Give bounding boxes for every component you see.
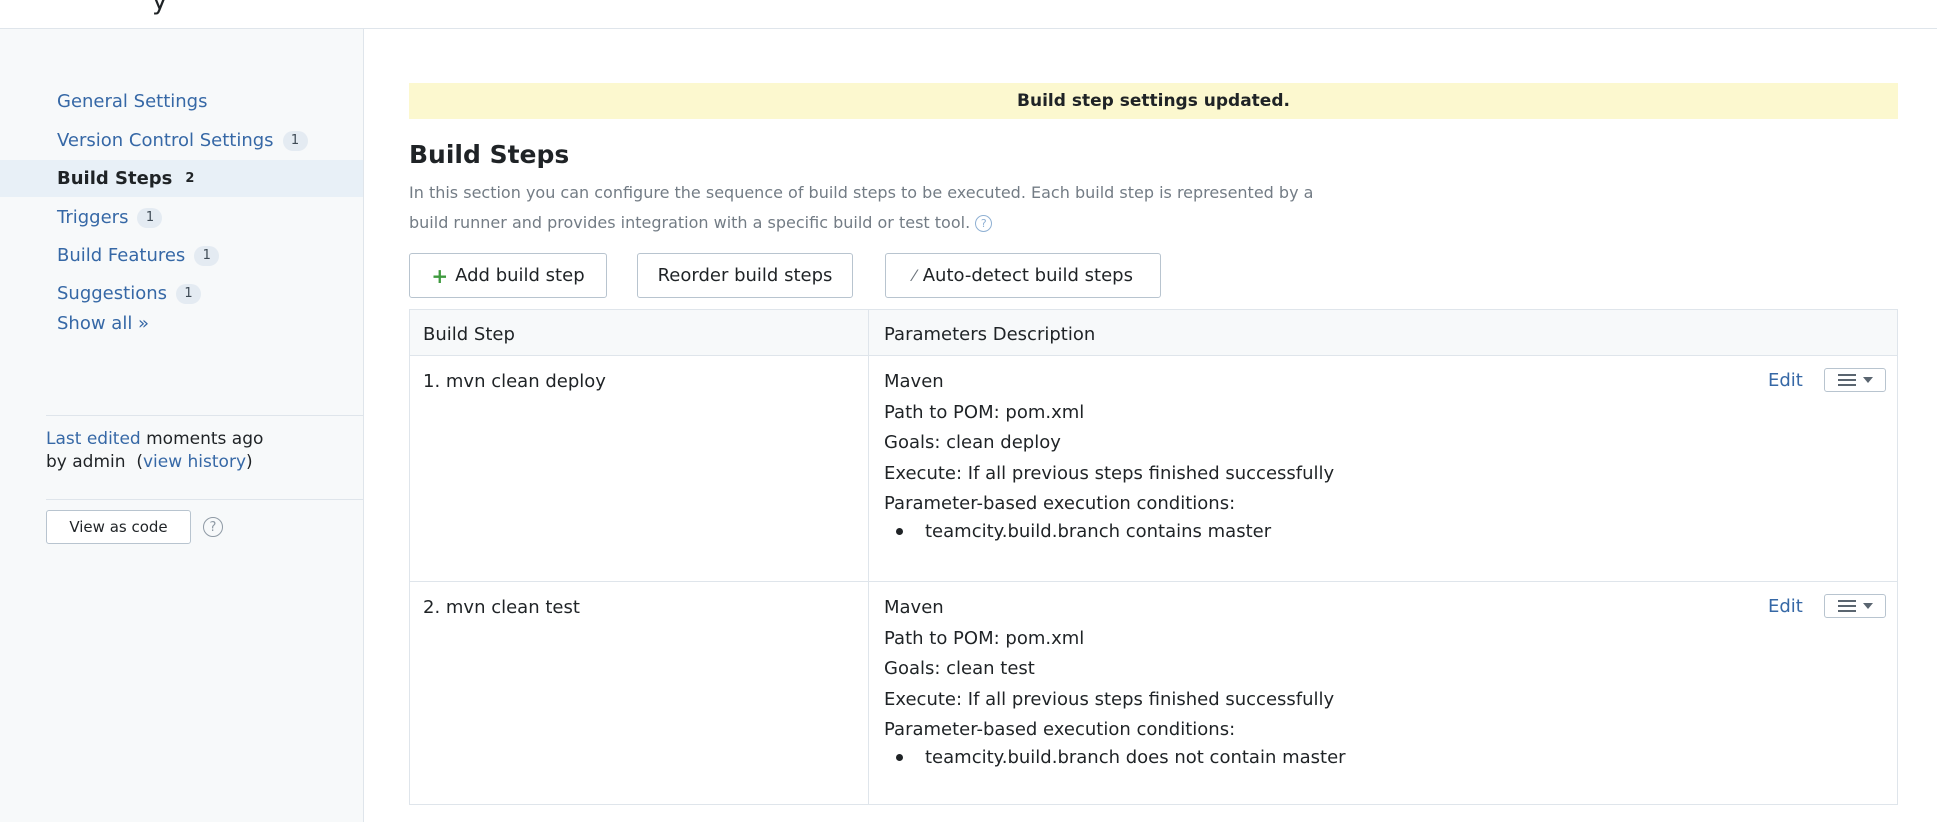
auto-detect-build-steps-button[interactable]: ⁄ Auto-detect build steps	[885, 253, 1161, 298]
sidebar-item-label: Build Features	[57, 245, 186, 266]
help-icon[interactable]: ?	[975, 215, 993, 232]
goals: Goals: clean test	[884, 658, 1035, 679]
help-icon[interactable]: ?	[203, 517, 223, 537]
count-badge: 1	[137, 207, 163, 228]
sidebar-item-label: Triggers	[57, 207, 129, 228]
pom-path: Path to POM: pom.xml	[884, 627, 1085, 649]
table-row: 2. mvn clean test Maven Path to POM: pom…	[410, 581, 1897, 806]
bullet-icon	[896, 754, 903, 761]
condition-item: teamcity.build.branch contains master	[884, 521, 1271, 542]
sidebar-divider	[46, 499, 363, 500]
view-history-link[interactable]: view history	[143, 452, 246, 472]
sidebar-item-triggers[interactable]: Triggers 1	[0, 199, 363, 236]
button-label: Add build step	[455, 265, 585, 286]
count-badge: 1	[282, 130, 308, 151]
count-badge: 1	[176, 283, 201, 304]
chevron-down-icon	[1862, 377, 1873, 383]
execute-condition: Execute: If all previous steps finished …	[884, 462, 1335, 484]
count-badge: 1	[194, 245, 220, 266]
build-steps-table: Build Step Parameters Description 1. mvn…	[409, 309, 1898, 805]
bullet-icon	[896, 528, 903, 535]
step-parameters: Maven Path to POM: pom.xml Goals: clean …	[884, 593, 1334, 746]
edit-step-link[interactable]: Edit	[1768, 596, 1803, 617]
show-all-link[interactable]: Show all »	[57, 313, 149, 334]
step-name: 2. mvn clean test	[423, 597, 580, 618]
runner-type: Maven	[884, 597, 944, 618]
button-label: Reorder build steps	[657, 265, 833, 286]
conditions-title: Parameter-based execution conditions:	[884, 493, 1236, 514]
table-row: 1. mvn clean deploy Maven Path to POM: p…	[410, 356, 1897, 581]
column-header-parameters: Parameters Description	[884, 324, 1096, 345]
sidebar-item-label: Version Control Settings	[57, 130, 274, 151]
sidebar-item-build-steps[interactable]: Build Steps 2	[0, 160, 363, 197]
conditions-title: Parameter-based execution conditions:	[884, 719, 1236, 740]
sidebar-item-build-features[interactable]: Build Features 1	[0, 237, 363, 274]
description-line: In this section you can configure the se…	[409, 183, 1314, 202]
page-title: Build Steps	[409, 140, 570, 169]
sidebar-divider	[46, 415, 363, 416]
magic-wand-icon: ⁄	[913, 266, 916, 285]
last-edited-time: moments ago	[146, 429, 264, 449]
description-line: build runner and provides integration wi…	[409, 213, 971, 232]
last-edited-by: by admin	[46, 452, 126, 472]
step-actions-menu[interactable]	[1824, 594, 1886, 618]
reorder-build-steps-button[interactable]: Reorder build steps	[637, 253, 853, 298]
header-title-fragment: y	[152, 0, 168, 16]
section-description: In this section you can configure the se…	[409, 178, 1369, 238]
settings-sidebar: General Settings Version Control Setting…	[0, 29, 364, 822]
plus-icon: +	[431, 263, 449, 288]
edit-step-link[interactable]: Edit	[1768, 370, 1803, 391]
step-name: 1. mvn clean deploy	[423, 371, 606, 392]
list-icon	[1837, 600, 1856, 612]
goals: Goals: clean deploy	[884, 432, 1061, 453]
sidebar-item-label: Build Steps	[57, 168, 173, 189]
step-actions-menu[interactable]	[1824, 368, 1886, 392]
sidebar-item-version-control-settings[interactable]: Version Control Settings 1	[0, 122, 363, 159]
list-icon	[1837, 374, 1856, 386]
condition-item: teamcity.build.branch does not contain m…	[884, 747, 1346, 768]
button-label: Auto-detect build steps	[922, 265, 1133, 286]
last-edited-info: Last edited moments ago by admin (view h…	[46, 429, 264, 472]
top-header: y	[0, 0, 1937, 29]
add-build-step-button[interactable]: + Add build step	[409, 253, 607, 298]
count-badge: 2	[185, 170, 195, 186]
runner-type: Maven	[884, 371, 944, 392]
sidebar-item-suggestions[interactable]: Suggestions 1	[0, 275, 363, 312]
sidebar-item-label: Suggestions	[57, 283, 167, 304]
sidebar-item-general-settings[interactable]: General Settings	[0, 83, 363, 120]
table-header: Build Step Parameters Description	[410, 310, 1897, 356]
condition-text: teamcity.build.branch contains master	[925, 521, 1272, 542]
condition-text: teamcity.build.branch does not contain m…	[925, 747, 1346, 768]
last-edited-link[interactable]: Last edited	[46, 429, 141, 449]
execute-condition: Execute: If all previous steps finished …	[884, 688, 1335, 710]
chevron-down-icon	[1862, 603, 1873, 609]
success-banner: Build step settings updated.	[409, 83, 1898, 119]
view-as-code-button[interactable]: View as code	[46, 510, 191, 544]
pom-path: Path to POM: pom.xml	[884, 401, 1085, 423]
step-parameters: Maven Path to POM: pom.xml Goals: clean …	[884, 367, 1334, 520]
sidebar-item-label: General Settings	[57, 91, 208, 112]
column-header-build-step: Build Step	[423, 324, 515, 345]
